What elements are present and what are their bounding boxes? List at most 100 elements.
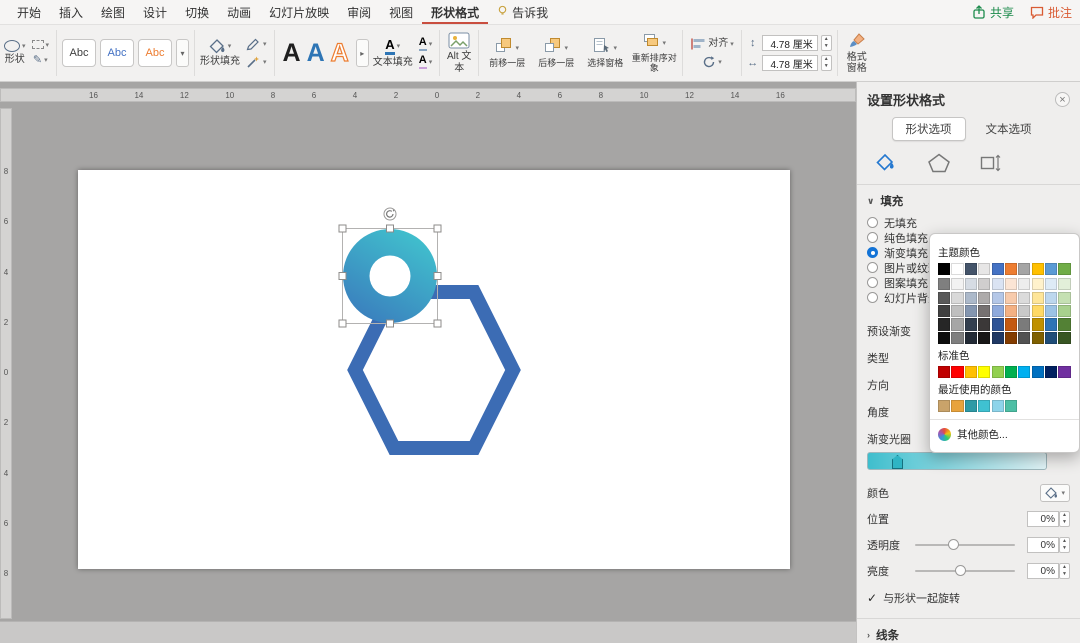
- wordart-style[interactable]: A: [307, 40, 325, 66]
- theme-color-swatch[interactable]: [1058, 263, 1071, 276]
- theme-shade-swatch[interactable]: [1004, 304, 1018, 318]
- theme-shade-swatch[interactable]: [978, 318, 991, 331]
- theme-shade-swatch[interactable]: [951, 331, 964, 344]
- gradient-stop-handle[interactable]: [892, 455, 903, 469]
- gradient-color-button[interactable]: ▾: [1040, 484, 1070, 502]
- menu-tab-告诉我[interactable]: 告诉我: [488, 0, 557, 24]
- arrange-button-1[interactable]: ▾ 前移一层: [484, 37, 530, 69]
- wordart-more-button[interactable]: ▸: [355, 39, 369, 67]
- arrange-button-2[interactable]: ▾ 后移一层: [533, 37, 579, 69]
- theme-shade-swatch[interactable]: [978, 304, 991, 318]
- theme-shade-swatch[interactable]: [1045, 304, 1058, 318]
- theme-shade-swatch[interactable]: [1058, 278, 1071, 291]
- comments-button[interactable]: 批注: [1030, 4, 1072, 21]
- standard-color-swatch[interactable]: [938, 365, 951, 379]
- theme-shade-swatch[interactable]: [1058, 291, 1071, 304]
- theme-shade-swatch[interactable]: [1018, 291, 1031, 304]
- theme-shade-swatch[interactable]: [1031, 278, 1044, 291]
- standard-color-swatch[interactable]: [978, 365, 991, 379]
- recent-color-swatch[interactable]: [964, 400, 977, 413]
- align-button[interactable]: 对齐 ▾: [688, 36, 736, 52]
- theme-color-swatch[interactable]: [964, 263, 977, 276]
- height-stepper[interactable]: ▲ ▼: [820, 35, 832, 51]
- text-fill-button[interactable]: A ▾ 文本填充: [373, 38, 413, 69]
- theme-shade-swatch[interactable]: [1004, 318, 1018, 331]
- standard-color-swatch[interactable]: [1045, 365, 1058, 379]
- width-stepper[interactable]: ▲ ▼: [820, 55, 832, 71]
- standard-color-swatch[interactable]: [1058, 365, 1071, 379]
- theme-shade-swatch[interactable]: [1004, 291, 1018, 304]
- standard-color-swatch[interactable]: [951, 365, 964, 379]
- theme-shade-swatch[interactable]: [1045, 318, 1058, 331]
- edit-points-button[interactable]: ✎ ▾: [31, 52, 50, 67]
- selection-handle[interactable]: [433, 319, 442, 328]
- theme-shade-swatch[interactable]: [938, 331, 951, 344]
- menu-tab-设计[interactable]: 设计: [134, 0, 176, 24]
- selection-handle[interactable]: [338, 272, 347, 280]
- menu-tab-开始[interactable]: 开始: [8, 0, 50, 24]
- theme-shade-swatch[interactable]: [1031, 318, 1044, 331]
- size-properties-tab-icon[interactable]: [979, 153, 1003, 173]
- theme-shade-swatch[interactable]: [978, 278, 991, 291]
- selection-handle[interactable]: [433, 224, 442, 233]
- theme-shade-swatch[interactable]: [938, 291, 951, 304]
- theme-shade-swatch[interactable]: [1058, 318, 1071, 331]
- alt-text-button[interactable]: Alt 文本: [445, 32, 473, 74]
- theme-shade-swatch[interactable]: [938, 318, 951, 331]
- selection-handle[interactable]: [433, 272, 442, 280]
- theme-shade-swatch[interactable]: [1031, 304, 1044, 318]
- standard-color-swatch[interactable]: [991, 365, 1004, 379]
- width-input[interactable]: 4.78 厘米: [761, 55, 818, 71]
- format-pane-button[interactable]: 格式窗格: [843, 32, 871, 75]
- panel-tab-形状选项[interactable]: 形状选项: [891, 117, 966, 141]
- recent-color-swatch[interactable]: [938, 400, 951, 413]
- selection-handle[interactable]: [338, 319, 347, 328]
- theme-color-swatch[interactable]: [1004, 263, 1018, 276]
- theme-color-swatch[interactable]: [1031, 263, 1044, 276]
- theme-shade-swatch[interactable]: [1018, 278, 1031, 291]
- theme-shade-swatch[interactable]: [1045, 331, 1058, 344]
- theme-shade-swatch[interactable]: [1031, 331, 1044, 344]
- menu-tab-绘图[interactable]: 绘图: [92, 0, 134, 24]
- shape-outline-button[interactable]: ▾: [244, 36, 269, 52]
- recent-color-swatch[interactable]: [1004, 400, 1018, 413]
- transparency-spinner[interactable]: 0% ▲ ▼: [1027, 537, 1070, 553]
- brightness-spinner[interactable]: 0% ▲ ▼: [1027, 563, 1070, 579]
- wordart-style[interactable]: A: [330, 39, 349, 65]
- selection-handle[interactable]: [386, 224, 394, 233]
- fill-option-无填充[interactable]: 无填充: [867, 215, 1070, 230]
- theme-color-swatch[interactable]: [991, 263, 1004, 276]
- wordart-style[interactable]: A: [283, 40, 301, 66]
- more-colors-button[interactable]: 其他颜色...: [938, 425, 1071, 444]
- theme-shade-swatch[interactable]: [951, 291, 964, 304]
- theme-shade-swatch[interactable]: [1004, 278, 1018, 291]
- slider-knob[interactable]: [948, 539, 959, 550]
- position-spinner[interactable]: 0% ▲ ▼: [1027, 511, 1070, 527]
- menu-tab-视图[interactable]: 视图: [380, 0, 422, 24]
- theme-shade-swatch[interactable]: [964, 318, 977, 331]
- menu-tab-形状格式[interactable]: 形状格式: [422, 0, 488, 24]
- menu-tab-动画[interactable]: 动画: [218, 0, 260, 24]
- theme-shade-swatch[interactable]: [978, 291, 991, 304]
- shape-effects-button[interactable]: ▾: [244, 54, 269, 70]
- shape-style-preset[interactable]: Abc: [100, 39, 135, 67]
- theme-shade-swatch[interactable]: [1058, 331, 1071, 344]
- theme-shade-swatch[interactable]: [964, 331, 977, 344]
- shape-style-preset[interactable]: Abc: [138, 39, 173, 67]
- theme-shade-swatch[interactable]: [951, 318, 964, 331]
- theme-shade-swatch[interactable]: [991, 331, 1004, 344]
- recent-color-swatch[interactable]: [978, 400, 991, 413]
- text-effects-button[interactable]: A ▾: [417, 54, 434, 70]
- insert-shape-button[interactable]: ▾ 形状: [4, 40, 26, 66]
- menu-tab-幻灯片放映[interactable]: 幻灯片放映: [260, 0, 338, 24]
- standard-color-swatch[interactable]: [1004, 365, 1018, 379]
- theme-shade-swatch[interactable]: [1058, 304, 1071, 318]
- selection-handle[interactable]: [338, 224, 347, 233]
- effects-tab-icon[interactable]: [927, 153, 951, 173]
- standard-color-swatch[interactable]: [964, 365, 977, 379]
- theme-shade-swatch[interactable]: [1018, 331, 1031, 344]
- height-input[interactable]: 4.78 厘米: [761, 35, 818, 51]
- menu-tab-审阅[interactable]: 审阅: [338, 0, 380, 24]
- panel-tab-文本选项[interactable]: 文本选项: [972, 117, 1046, 141]
- stepper[interactable]: ▲ ▼: [1059, 537, 1070, 553]
